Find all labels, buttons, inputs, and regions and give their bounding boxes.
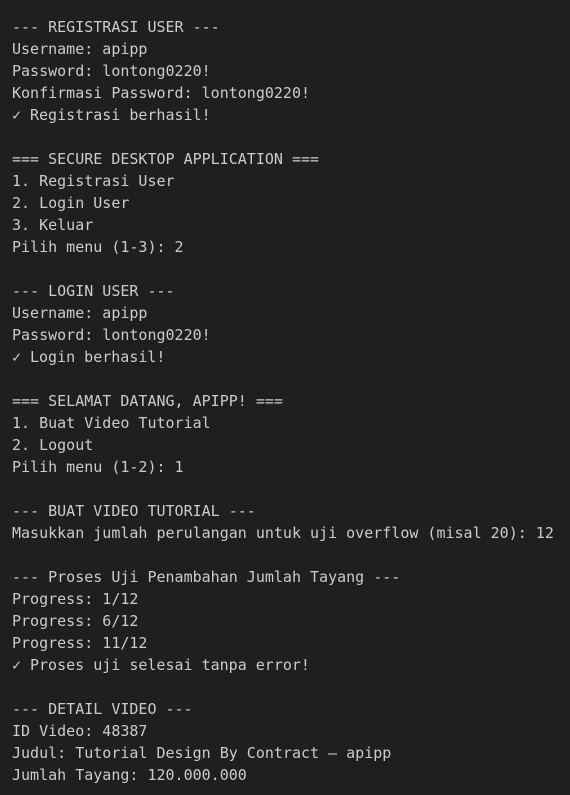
- check-icon: ✓: [12, 348, 22, 366]
- video-id-line: ID Video: 48387: [12, 722, 148, 740]
- login-success-line: ✓ Login berhasil!: [12, 346, 570, 368]
- login-password-line: Password: lontong0220!: [12, 326, 211, 344]
- login-success-text: Login berhasil!: [30, 348, 166, 366]
- video-title-line: Judul: Tutorial Design By Contract – api…: [12, 744, 392, 762]
- create-video-prompt: Masukkan jumlah perulangan untuk uji ove…: [12, 524, 554, 542]
- user-menu-header: === SELAMAT DATANG, APIPP! ===: [12, 392, 283, 410]
- progress-line: Progress: 11/12: [12, 634, 148, 652]
- terminal-output[interactable]: --- REGISTRASI USER --- Username: apipp …: [0, 0, 570, 795]
- registration-username-line: Username: apipp: [12, 40, 148, 58]
- user-menu-item: 1. Buat Video Tutorial: [12, 414, 211, 432]
- create-video-header: --- BUAT VIDEO TUTORIAL ---: [12, 502, 256, 520]
- registration-header: --- REGISTRASI USER ---: [12, 18, 220, 36]
- video-views-line: Jumlah Tayang: 120.000.000: [12, 766, 247, 784]
- progress-line: Progress: 1/12: [12, 590, 139, 608]
- main-menu-item: 3. Keluar: [12, 216, 94, 234]
- test-process-header: --- Proses Uji Penambahan Jumlah Tayang …: [12, 568, 401, 586]
- main-menu-prompt: Pilih menu (1-3): 2: [12, 238, 184, 256]
- user-menu-item: 2. Logout: [12, 436, 94, 454]
- test-process-success-text: Proses uji selesai tanpa error!: [30, 656, 310, 674]
- registration-confirm-line: Konfirmasi Password: lontong0220!: [12, 84, 311, 102]
- registration-success-line: ✓ Registrasi berhasil!: [12, 104, 570, 126]
- video-detail-header: --- DETAIL VIDEO ---: [12, 700, 193, 718]
- main-menu-item: 2. Login User: [12, 194, 130, 212]
- test-process-success-line: ✓ Proses uji selesai tanpa error!: [12, 654, 570, 676]
- check-icon: ✓: [12, 656, 22, 674]
- login-header: --- LOGIN USER ---: [12, 282, 175, 300]
- progress-line: Progress: 6/12: [12, 612, 139, 630]
- registration-password-line: Password: lontong0220!: [12, 62, 211, 80]
- login-username-line: Username: apipp: [12, 304, 148, 322]
- main-menu-item: 1. Registrasi User: [12, 172, 175, 190]
- main-menu-header: === SECURE DESKTOP APPLICATION ===: [12, 150, 320, 168]
- check-icon: ✓: [12, 106, 22, 124]
- registration-success-text: Registrasi berhasil!: [30, 106, 211, 124]
- user-menu-prompt: Pilih menu (1-2): 1: [12, 458, 184, 476]
